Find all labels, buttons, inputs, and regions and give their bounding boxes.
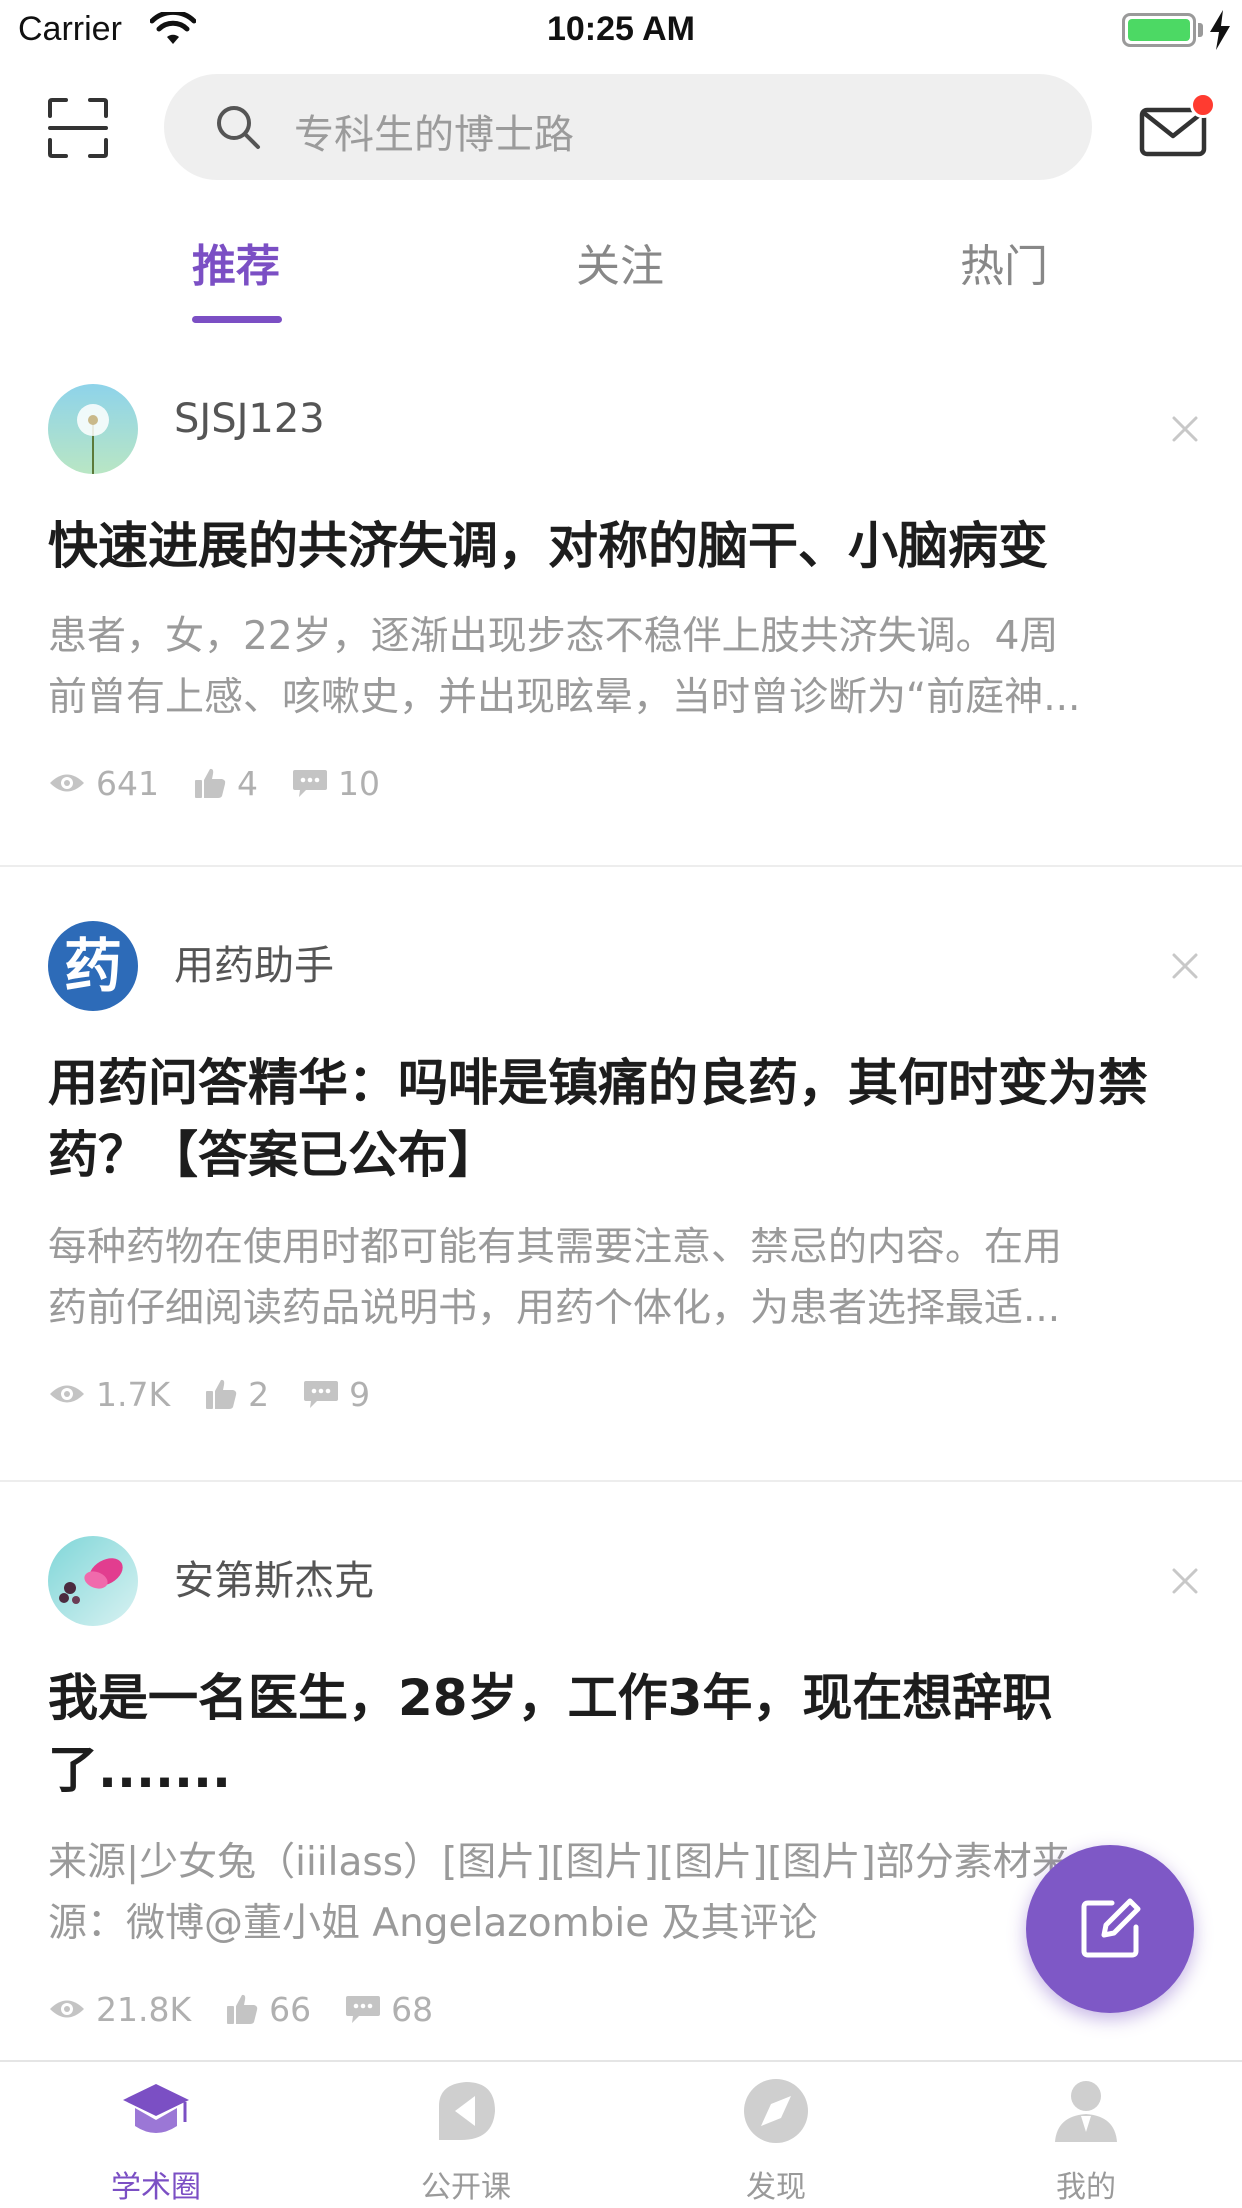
- clock: 10:25 AM: [546, 10, 696, 48]
- play-leaf-icon: [439, 2082, 495, 2140]
- thumbs-up-icon: [227, 1994, 258, 2024]
- battery-cap: [1198, 23, 1203, 37]
- likes-stat[interactable]: 4: [193, 764, 258, 803]
- author-name[interactable]: SJSJ123: [174, 396, 325, 442]
- tabbar-item-open-course[interactable]: 公开课: [311, 2062, 621, 2208]
- compose-edit-icon: [1081, 1898, 1141, 1958]
- excerpt-line: 源：微博@董小姐 Angelazombie 及其评论: [48, 1901, 818, 1946]
- dismiss-close-icon[interactable]: [1170, 1566, 1200, 1596]
- compass-icon: [744, 2079, 808, 2143]
- comment-bubble-icon: [293, 770, 327, 797]
- compose-button[interactable]: [1026, 1845, 1194, 2013]
- tab-recommend[interactable]: 推荐: [86, 230, 386, 294]
- author-name[interactable]: 用药助手: [174, 933, 334, 991]
- tabbar-item-academic[interactable]: 学术圈: [1, 2062, 311, 2208]
- thumbs-up-icon: [195, 768, 226, 798]
- tabbar-label: 我的: [1056, 2170, 1116, 2205]
- avatar-glyph: 药: [63, 932, 122, 1000]
- graduation-cap-icon: [123, 2084, 189, 2133]
- dismiss-close-icon[interactable]: [1170, 414, 1200, 444]
- excerpt-line: 前曾有上感、咳嗽史，并出现眩晕，当时曾诊断为“前庭神...: [48, 675, 1081, 720]
- thumbs-up-icon: [206, 1379, 237, 1409]
- eye-icon: [50, 774, 84, 792]
- battery-icon: [1122, 13, 1196, 47]
- comment-bubble-icon: [304, 1381, 339, 1408]
- dismiss-close-icon[interactable]: [1170, 951, 1200, 981]
- post-stats: 1.7K 2 9: [48, 1374, 404, 1414]
- likes-count: 2: [248, 1374, 270, 1414]
- author-avatar[interactable]: [48, 384, 138, 474]
- top-header: 专科生的博士路: [0, 62, 1242, 192]
- bottom-tab-bar: 学术圈 公开课 发现 我的: [0, 2060, 1242, 2208]
- likes-count: 4: [237, 763, 258, 803]
- status-bar: Carrier 10:25 AM: [0, 0, 1242, 62]
- comments-stat[interactable]: 10: [292, 764, 380, 803]
- likes-stat[interactable]: 2: [204, 1375, 269, 1414]
- views-count: 1.7K: [96, 1374, 171, 1414]
- search-bar[interactable]: 专科生的博士路: [164, 74, 1092, 180]
- post-excerpt[interactable]: 患者，女，22岁，逐渐出现步态不稳伴上肢共济失调。4周 前曾有上感、咳嗽史，并出…: [48, 606, 1188, 728]
- tab-active-indicator: [192, 316, 282, 323]
- views-stat: 641: [48, 764, 159, 803]
- author-avatar[interactable]: 药: [48, 921, 138, 1011]
- excerpt-line: 药前仔细阅读药品说明书，用药个体化，为患者选择最适...: [48, 1286, 1061, 1331]
- eye-icon: [50, 2000, 84, 2018]
- author-avatar[interactable]: [48, 1536, 138, 1626]
- tab-hot[interactable]: 热门: [854, 230, 1154, 294]
- post-title[interactable]: 快速进展的共济失调，对称的脑干、小脑病变: [48, 510, 1188, 582]
- search-icon: [217, 106, 260, 149]
- charging-bolt-icon: [1210, 10, 1230, 50]
- tabbar-label: 发现: [746, 2170, 806, 2205]
- post-stats: 641 4 10: [48, 763, 414, 803]
- flower-avatar-image: [48, 1536, 138, 1626]
- eye-icon: [50, 1385, 84, 1403]
- scan-icon[interactable]: [46, 96, 110, 160]
- comments-count: 9: [349, 1374, 371, 1414]
- post-title[interactable]: 用药问答精华：吗啡是镇痛的良药，其何时变为禁药？【答案已公布】: [48, 1047, 1188, 1191]
- person-icon: [1055, 2081, 1117, 2142]
- excerpt-line: 患者，女，22岁，逐渐出现步态不稳伴上肢共济失调。4周: [48, 614, 1059, 659]
- likes-stat[interactable]: 66: [225, 1990, 311, 2029]
- post-excerpt[interactable]: 每种药物在使用时都可能有其需要注意、禁忌的内容。在用 药前仔细阅读药品说明书，用…: [48, 1217, 1188, 1339]
- comments-stat[interactable]: 68: [345, 1990, 433, 2029]
- comments-count: 68: [391, 1989, 434, 2029]
- views-stat: 21.8K: [48, 1990, 191, 2029]
- views-stat: 1.7K: [48, 1375, 170, 1414]
- comments-stat[interactable]: 9: [303, 1375, 370, 1414]
- views-count: 641: [96, 763, 159, 803]
- comment-bubble-icon: [346, 1996, 381, 2023]
- dandelion-avatar-image: [48, 384, 138, 474]
- excerpt-line: 来源|少女兔（iiilass）[图片][图片][图片][图片]部分素材来: [48, 1840, 1071, 1885]
- feed-tabs: 推荐 关注 热门: [0, 200, 1242, 330]
- author-name[interactable]: 安第斯杰克: [174, 1548, 374, 1606]
- tabbar-label: 学术圈: [111, 2170, 201, 2205]
- post-title[interactable]: 我是一名医生，28岁，工作3年，现在想辞职了.......: [48, 1662, 1188, 1806]
- post-feed[interactable]: SJSJ123 快速进展的共济失调，对称的脑干、小脑病变 患者，女，22岁，逐渐…: [0, 330, 1242, 2060]
- tab-following[interactable]: 关注: [470, 230, 770, 294]
- likes-count: 66: [269, 1989, 312, 2029]
- tabbar-label: 公开课: [421, 2170, 511, 2205]
- comments-count: 10: [338, 763, 380, 803]
- tabbar-item-mine[interactable]: 我的: [931, 2062, 1241, 2208]
- tabbar-item-discover[interactable]: 发现: [621, 2062, 931, 2208]
- post-stats: 21.8K 66 68: [48, 1989, 467, 2029]
- excerpt-line: 每种药物在使用时都可能有其需要注意、禁忌的内容。在用: [48, 1225, 1063, 1270]
- post-divider: [0, 1480, 1242, 1482]
- search-placeholder: 专科生的博士路: [294, 112, 574, 158]
- post-divider: [0, 865, 1242, 867]
- unread-badge: [1190, 92, 1216, 118]
- views-count: 21.8K: [96, 1989, 192, 2029]
- post-excerpt[interactable]: 来源|少女兔（iiilass）[图片][图片][图片][图片]部分素材来 源：微…: [48, 1832, 1188, 1954]
